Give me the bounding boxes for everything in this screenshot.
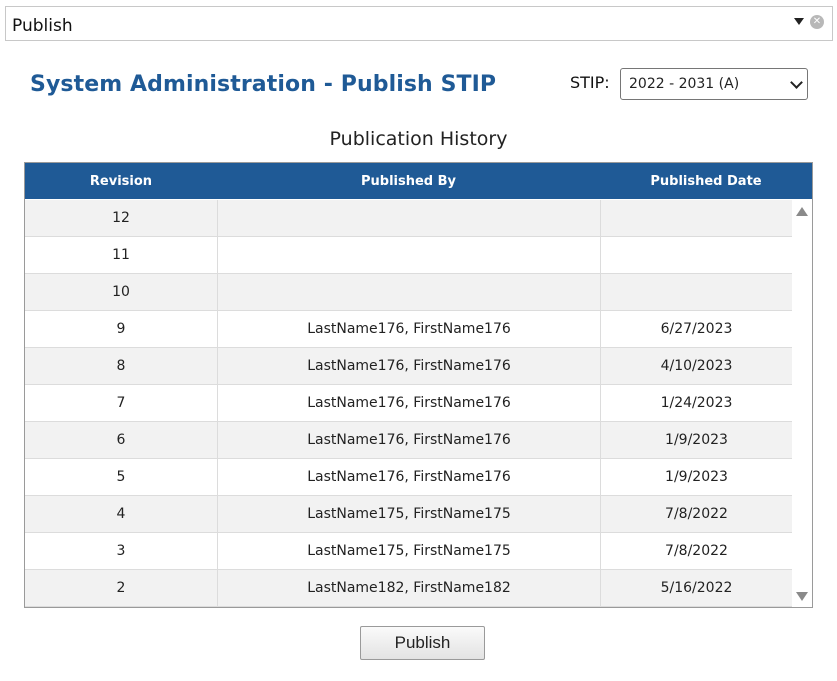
cell-published-date (600, 274, 792, 310)
cell-revision: 7 (116, 395, 126, 411)
grid-header: Revision Published By Published Date (25, 163, 812, 199)
cell-published-by: LastName175, FirstName175 (217, 496, 600, 532)
publish-button[interactable]: Publish (360, 626, 485, 660)
cell-published-date: 7/8/2022 (600, 533, 792, 569)
collapse-arrow-icon[interactable] (794, 18, 804, 25)
stip-select[interactable]: 2022 - 2031 (A) (620, 68, 808, 100)
cell-published-date: 6/27/2023 (600, 311, 792, 347)
column-header-published-date[interactable]: Published Date (600, 163, 812, 199)
table-row[interactable]: 12 (25, 200, 792, 237)
cell-published-date: 7/8/2022 (600, 496, 792, 532)
cell-published-by: LastName176, FirstName176 (217, 459, 600, 495)
column-header-revision[interactable]: Revision (25, 163, 217, 199)
section-title: Publication History (329, 128, 508, 150)
table-row[interactable]: 2 LastName182, FirstName182 5/16/2022 (25, 570, 792, 607)
publication-history-grid: Revision Published By Published Date 12 … (24, 162, 813, 608)
cell-published-date: 5/16/2022 (600, 570, 792, 606)
cell-published-date: 1/9/2023 (600, 422, 792, 458)
chevron-down-icon (790, 76, 803, 89)
cell-revision: 10 (112, 284, 130, 300)
cell-published-date: 1/24/2023 (600, 385, 792, 421)
cell-revision: 9 (116, 321, 126, 337)
stip-selected-value: 2022 - 2031 (A) (629, 76, 740, 92)
cell-published-by: LastName182, FirstName182 (217, 570, 600, 606)
cell-revision: 6 (116, 432, 126, 448)
cell-revision: 12 (112, 210, 130, 226)
close-icon[interactable]: ✕ (810, 15, 824, 29)
panel-title: Publish (12, 16, 73, 36)
cell-published-by: LastName176, FirstName176 (217, 422, 600, 458)
table-row[interactable]: 6 LastName176, FirstName176 1/9/2023 (25, 422, 792, 459)
panel-header: Publish ✕ (5, 6, 833, 41)
cell-published-by: LastName176, FirstName176 (217, 311, 600, 347)
cell-published-by: LastName175, FirstName175 (217, 533, 600, 569)
page-title: System Administration - Publish STIP (30, 72, 497, 97)
cell-revision: 8 (116, 358, 126, 374)
stip-label: STIP: (570, 73, 610, 92)
table-row[interactable]: 7 LastName176, FirstName176 1/24/2023 (25, 385, 792, 422)
cell-revision: 2 (116, 580, 126, 596)
cell-revision: 3 (116, 543, 126, 559)
cell-published-date: 1/9/2023 (600, 459, 792, 495)
column-header-published-by[interactable]: Published By (217, 163, 600, 199)
table-row[interactable]: 10 (25, 274, 792, 311)
cell-published-by (217, 200, 600, 236)
cell-published-date (600, 237, 792, 273)
table-row[interactable]: 8 LastName176, FirstName176 4/10/2023 (25, 348, 792, 385)
table-row[interactable]: 11 (25, 237, 792, 274)
cell-published-date (600, 200, 792, 236)
table-row[interactable]: 5 LastName176, FirstName176 1/9/2023 (25, 459, 792, 496)
cell-revision: 11 (112, 247, 130, 263)
cell-revision: 5 (116, 469, 126, 485)
cell-published-by (217, 237, 600, 273)
cell-published-date: 4/10/2023 (600, 348, 792, 384)
table-row[interactable]: 3 LastName175, FirstName175 7/8/2022 (25, 533, 792, 570)
cell-published-by: LastName176, FirstName176 (217, 348, 600, 384)
table-row[interactable]: 4 LastName175, FirstName175 7/8/2022 (25, 496, 792, 533)
grid-body: 12 11 10 9 LastName176, FirstName176 6/2… (25, 200, 792, 607)
table-row[interactable]: 9 LastName176, FirstName176 6/27/2023 (25, 311, 792, 348)
cell-published-by: LastName176, FirstName176 (217, 385, 600, 421)
vertical-scrollbar[interactable] (792, 200, 812, 607)
scroll-up-arrow-icon[interactable] (796, 207, 808, 216)
cell-published-by (217, 274, 600, 310)
scroll-down-arrow-icon[interactable] (796, 592, 808, 601)
cell-revision: 4 (116, 506, 126, 522)
